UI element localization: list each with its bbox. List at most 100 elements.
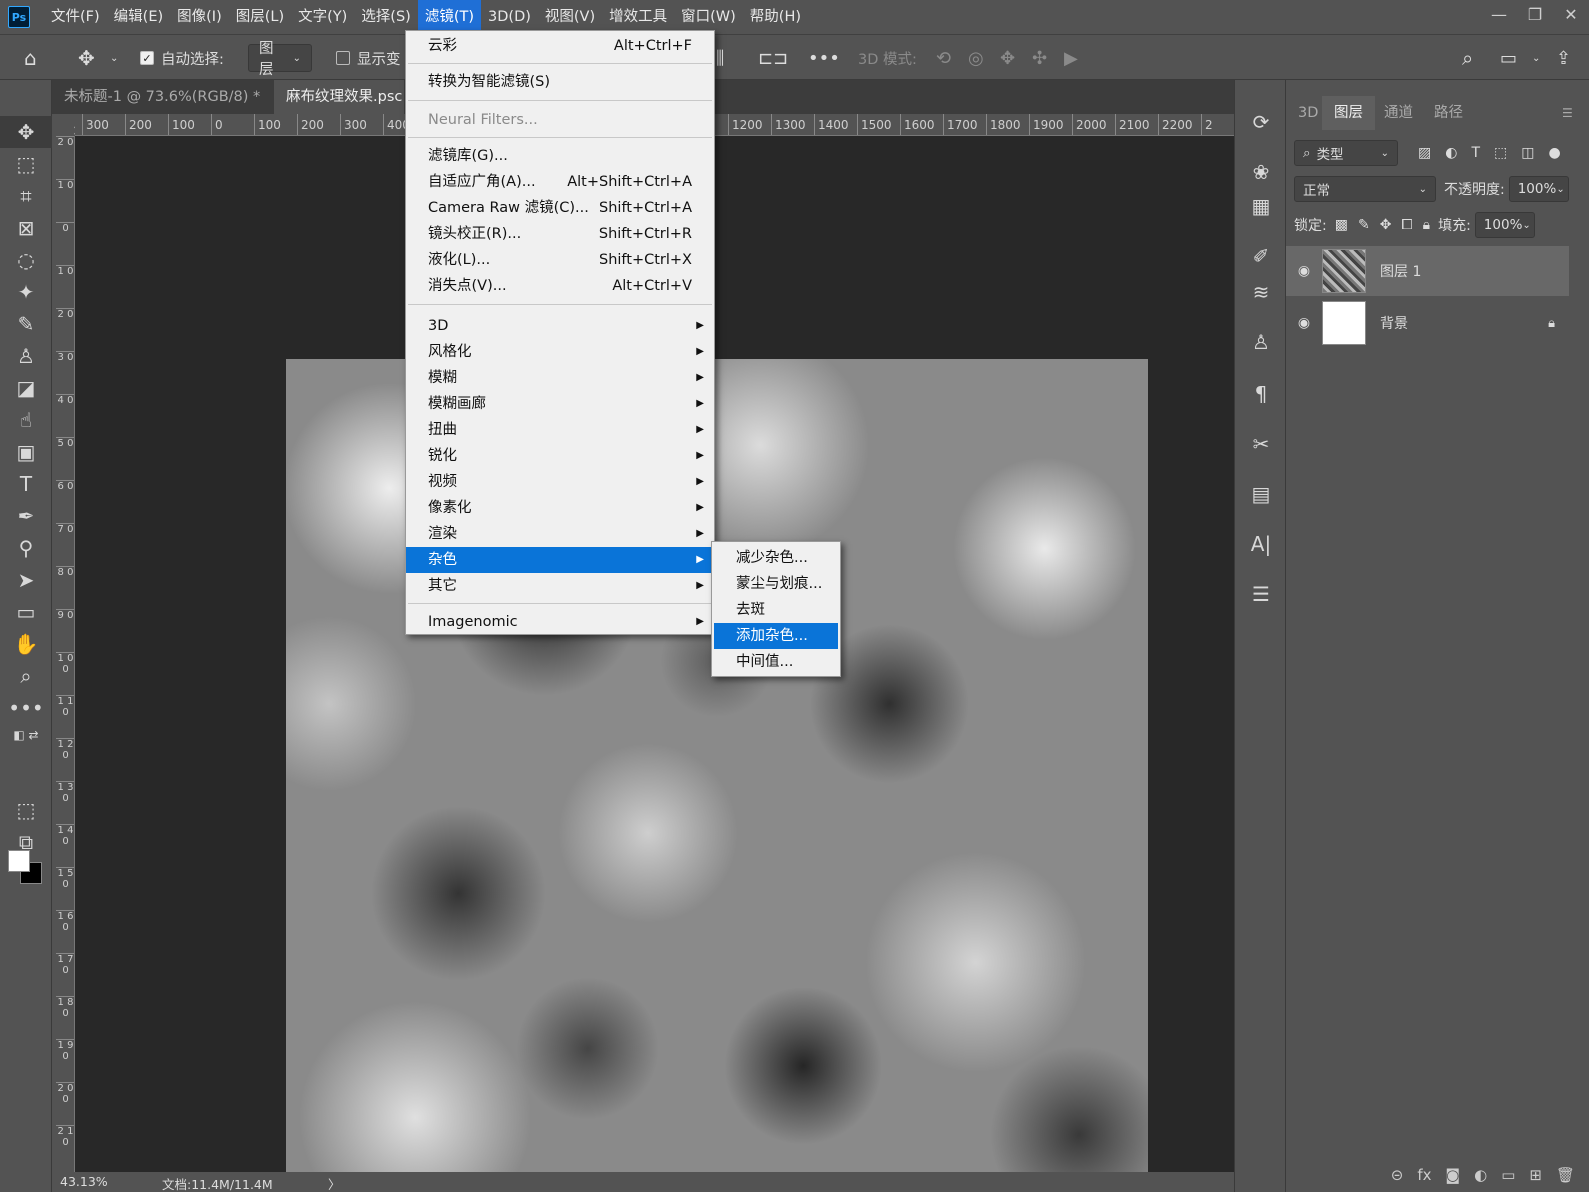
more-tools-icon[interactable]: ••• [0, 692, 52, 724]
lock-all-icon[interactable]: 🔒︎ [1423, 217, 1430, 233]
close-window-button[interactable]: ✕ [1553, 0, 1589, 28]
menu-type[interactable]: 文字(Y) [291, 0, 354, 34]
menu-select[interactable]: 选择(S) [354, 0, 418, 34]
search-icon[interactable]: ⌕ [1462, 35, 1473, 81]
pen-tool-icon[interactable]: ✒ [0, 500, 52, 532]
menu-item-sharpen[interactable]: 锐化 ▶ [406, 443, 714, 469]
menu-file[interactable]: 文件(F) [44, 0, 107, 34]
tab-channels[interactable]: 通道 [1372, 96, 1425, 130]
marquee-tool-icon[interactable]: ⬚ [0, 148, 52, 180]
zoom-level[interactable]: 43.13% [60, 1174, 108, 1189]
menu-item-pixelate[interactable]: 像素化 ▶ [406, 495, 714, 521]
menu-help[interactable]: 帮助(H) [743, 0, 808, 34]
paragraph-icon[interactable]: ¶ [1235, 374, 1287, 414]
eyedropper-tool-icon[interactable]: ⚲ [0, 532, 52, 564]
type-tool-icon[interactable]: T [0, 468, 52, 500]
show-transform-checkbox[interactable] [336, 51, 350, 65]
tool-preset-chevron-icon[interactable]: ⌄ [110, 35, 118, 81]
submenu-item-dust-scratches[interactable]: 蒙尘与划痕... [714, 571, 838, 597]
hand-tool-icon[interactable]: ✋ [0, 628, 52, 660]
orbit-3d-icon[interactable]: ⟲ [936, 35, 951, 81]
fill-input[interactable]: 100% ⌄ [1474, 212, 1535, 238]
adjustment-filter-icon[interactable]: ◐ [1445, 145, 1457, 161]
adjustments-icon[interactable]: ☰ [1235, 574, 1287, 614]
menu-item-lens-correction[interactable]: 镜头校正(R)... Shift+Ctrl+R [406, 221, 714, 247]
scale-3d-icon[interactable]: ▶ [1064, 35, 1078, 81]
clone-source-icon[interactable]: ♙ [1235, 322, 1287, 362]
menu-item-stylize[interactable]: 风格化 ▶ [406, 339, 714, 365]
brush-tool-icon[interactable]: ✎ [0, 308, 52, 340]
pixel-filter-icon[interactable]: ▨ [1418, 145, 1431, 161]
shape-filter-icon[interactable]: ⬚ [1494, 145, 1507, 161]
restore-button[interactable]: ❐ [1517, 0, 1553, 28]
menu-window[interactable]: 窗口(W) [674, 0, 743, 34]
zoom-tool-icon[interactable]: ⌕ [0, 660, 52, 692]
menu-item-other[interactable]: 其它 ▶ [406, 573, 714, 599]
smudge-tool-icon[interactable]: ☝ [0, 404, 52, 436]
submenu-item-reduce-noise[interactable]: 减少杂色... [714, 545, 838, 571]
filter-toggle-icon[interactable]: ● [1548, 145, 1560, 161]
auto-select-dropdown[interactable]: 图层 ⌄ [248, 41, 312, 78]
new-group-icon[interactable]: ▭ [1501, 1166, 1515, 1184]
layer-row-background[interactable]: ◉ 背景 🔒︎ [1286, 298, 1569, 348]
lock-image-icon[interactable]: ✎ [1358, 217, 1370, 233]
menu-item-3d[interactable]: 3D ▶ [406, 313, 714, 339]
menu-item-blur-gallery[interactable]: 模糊画廊 ▶ [406, 391, 714, 417]
tab-paths[interactable]: 路径 [1422, 96, 1475, 130]
frame-tool-icon[interactable]: ⊠ [0, 212, 52, 244]
menu-item-liquify[interactable]: 液化(L)... Shift+Ctrl+X [406, 247, 714, 273]
delete-layer-icon[interactable]: 🗑︎ [1556, 1166, 1575, 1184]
type-filter-icon[interactable]: T [1471, 145, 1480, 161]
link-layers-icon[interactable]: ⊝ [1391, 1166, 1404, 1184]
panel-menu-icon[interactable]: ☰ [1550, 96, 1585, 130]
libraries-icon[interactable]: ▤ [1235, 474, 1287, 514]
layer-style-fx-icon[interactable]: fx [1417, 1166, 1431, 1184]
tab-layers[interactable]: 图层 [1322, 96, 1375, 130]
menu-image[interactable]: 图像(I) [170, 0, 229, 34]
submenu-item-despeckle[interactable]: 去斑 [714, 597, 838, 623]
menu-item-filter-gallery[interactable]: 滤镜库(G)... [406, 143, 714, 169]
screen-mode-icon[interactable]: ⧉ [0, 826, 52, 858]
new-adjustment-icon[interactable]: ◐ [1474, 1166, 1487, 1184]
menu-plugins[interactable]: 增效工具 [602, 0, 674, 34]
menu-item-clouds[interactable]: 云彩 Alt+Ctrl+F [406, 33, 714, 59]
stamp-tool-icon[interactable]: ♙ [0, 340, 52, 372]
move-tool-icon[interactable]: ✥ [78, 35, 95, 81]
distribute-icon[interactable]: ⫼ [716, 35, 724, 81]
magic-wand-tool-icon[interactable]: ✦ [0, 276, 52, 308]
layer-filter-dropdown[interactable]: ⌕ 类型 ⌄ [1294, 140, 1398, 166]
more-options-icon[interactable]: ••• [808, 35, 840, 81]
eraser-tool-icon[interactable]: ◪ [0, 372, 52, 404]
menu-item-noise[interactable]: 杂色 ▶ [406, 547, 714, 573]
menu-edit[interactable]: 编辑(E) [107, 0, 170, 34]
lock-artboard-icon[interactable]: ⧠ [1401, 217, 1412, 233]
menu-item-adaptive-wide-angle[interactable]: 自适应广角(A)... Alt+Shift+Ctrl+A [406, 169, 714, 195]
lock-position-icon[interactable]: ✥ [1380, 217, 1392, 233]
add-mask-icon[interactable]: ◙ [1446, 1166, 1461, 1184]
menu-item-distort[interactable]: 扭曲 ▶ [406, 417, 714, 443]
auto-select-checkbox[interactable]: ✓ [140, 51, 154, 65]
swatches-grid-icon[interactable]: ▦ [1235, 186, 1287, 226]
blend-mode-dropdown[interactable]: 正常 ⌄ [1294, 176, 1436, 202]
menu-item-vanishing-point[interactable]: 消失点(V)... Alt+Ctrl+V [406, 273, 714, 299]
opacity-input[interactable]: 100% ⌄ [1508, 176, 1569, 202]
swap-colors-icon[interactable]: ◧ ⇄ [0, 724, 52, 746]
roll-3d-icon[interactable]: ◎ [968, 35, 984, 81]
menu-item-convert-smart-filters[interactable]: 转换为智能滤镜(S) [406, 69, 714, 95]
brush-settings-icon[interactable]: ≋ [1235, 272, 1287, 312]
menu-filter[interactable]: 滤镜(T) [417, 0, 482, 34]
visibility-eye-icon[interactable]: ◉ [1286, 315, 1322, 331]
gradient-tool-icon[interactable]: ▣ [0, 436, 52, 468]
layer-row-layer-1[interactable]: ◉ 图层 1 [1286, 246, 1569, 296]
tab-untitled-1[interactable]: 未标题-1 @ 73.6%(RGB/8) * × [52, 80, 274, 139]
lasso-tool-icon[interactable]: ◌ [0, 244, 52, 276]
menu-3d[interactable]: 3D(D) [481, 0, 538, 34]
share-icon[interactable]: ⇪ [1556, 35, 1571, 81]
new-layer-icon[interactable]: ⊞ [1529, 1166, 1542, 1184]
brushes-icon[interactable]: ✐ [1235, 236, 1287, 276]
quick-mask-icon[interactable]: ⬚ [0, 794, 52, 826]
menu-item-render[interactable]: 渲染 ▶ [406, 521, 714, 547]
align-icon[interactable]: ⊏⊐ [758, 35, 788, 81]
status-menu-arrow-icon[interactable]: 〉 [328, 1174, 341, 1192]
slide-3d-icon[interactable]: ✣ [1032, 35, 1047, 81]
